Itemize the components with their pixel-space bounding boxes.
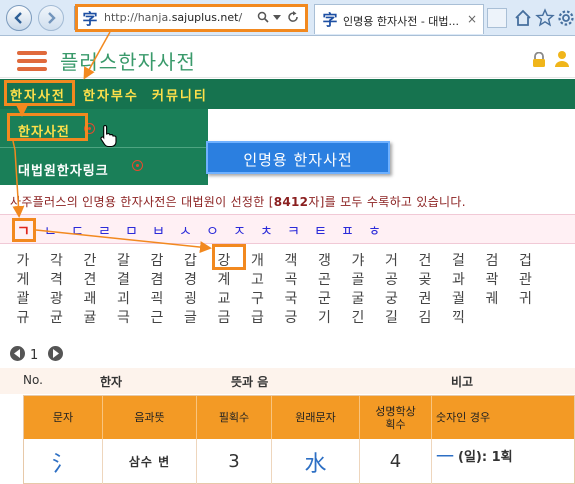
annotation-arrows <box>12 31 212 254</box>
